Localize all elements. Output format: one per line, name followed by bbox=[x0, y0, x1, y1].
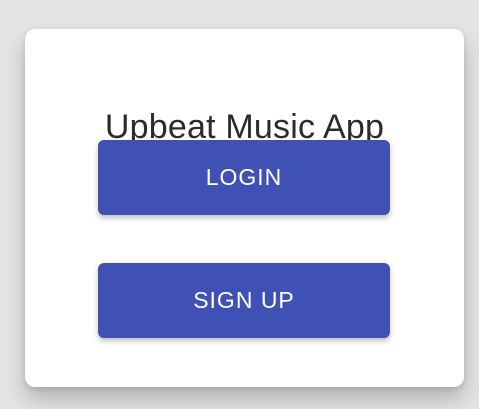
login-button[interactable]: LOGIN bbox=[98, 140, 390, 215]
sign-up-button-label: SIGN UP bbox=[193, 287, 295, 313]
sign-up-button[interactable]: SIGN UP bbox=[98, 263, 390, 338]
welcome-card: Upbeat Music App LOGIN SIGN UP bbox=[25, 29, 464, 387]
login-button-label: LOGIN bbox=[205, 164, 283, 190]
